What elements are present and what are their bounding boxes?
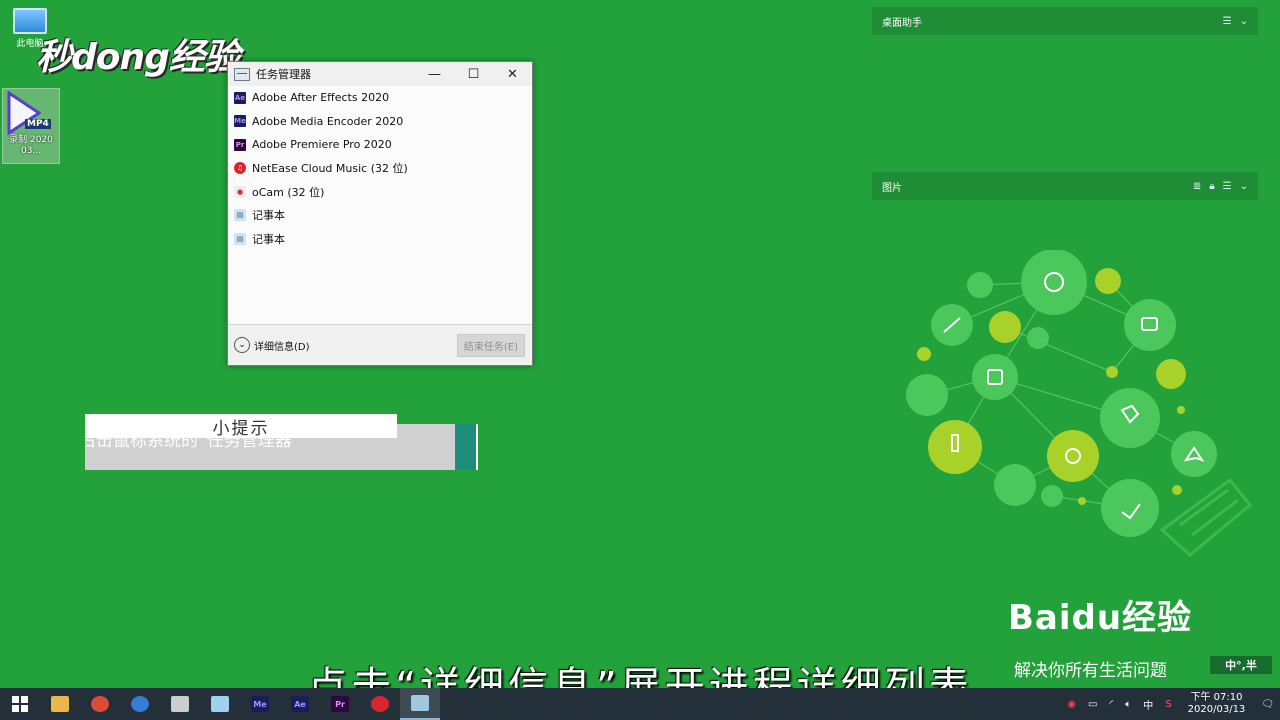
list-item[interactable]: Me Adobe Media Encoder 2020 xyxy=(228,110,532,134)
task-manager-footer: ⌄ 详细信息(D) 结束任务(E) xyxy=(228,325,532,365)
sogou-ime-icon[interactable]: S xyxy=(1165,699,1171,710)
taskbar: Me Ae Pr ◉ ▭ ◜ 🔈︎ 中 S 下午 07:10 2020/03/1… xyxy=(0,688,1280,720)
record-icon[interactable]: ◉ xyxy=(1067,699,1076,710)
tip-heading: 小提示 xyxy=(85,414,397,439)
window-title: 任务管理器 xyxy=(256,68,311,81)
notepad-icon xyxy=(211,696,229,712)
images-panel: 图片 ≣ 🔒︎ ☰ ⌄ xyxy=(872,172,1258,200)
title-bar: 任务管理器 — ☐ ✕ xyxy=(228,62,532,86)
volume-icon[interactable]: 🔈︎ xyxy=(1125,699,1131,710)
minimize-button[interactable]: — xyxy=(415,62,454,86)
list-item[interactable]: Ae Adobe After Effects 2020 xyxy=(228,86,532,110)
lightbulb-network-illustration xyxy=(906,250,1253,557)
after-effects-icon: Ae xyxy=(234,91,246,104)
taskbar-netease-music[interactable] xyxy=(360,688,400,720)
menu-icon[interactable]: ☰ xyxy=(1223,181,1232,192)
mp4-file-name: 录制 2020 03... xyxy=(9,135,53,156)
premiere-icon: Pr xyxy=(331,696,349,712)
list-item[interactable]: Pr Adobe Premiere Pro 2020 xyxy=(228,133,532,157)
mp4-badge: MP4 xyxy=(25,119,51,129)
list-item[interactable]: ▤ 记事本 xyxy=(228,227,532,251)
ocam-icon: ● xyxy=(234,185,246,198)
process-name: Adobe Premiere Pro 2020 xyxy=(252,138,392,152)
process-list: Ae Adobe After Effects 2020 Me Adobe Med… xyxy=(228,86,532,324)
notification-icon[interactable]: 🗨︎ xyxy=(1261,699,1274,710)
list-icon[interactable]: ≣ xyxy=(1193,181,1201,192)
chevron-down-icon[interactable]: ⌄ xyxy=(1240,16,1248,27)
baidu-jingyan-logo: Baidu经验 xyxy=(1008,598,1193,638)
mp4-file-icon[interactable]: MP4 录制 2020 03... xyxy=(2,88,60,164)
watermark-logo: 秒dong经验 xyxy=(36,37,240,78)
taskbar-media-encoder[interactable]: Me xyxy=(240,688,280,720)
process-name: 记事本 xyxy=(252,209,285,223)
media-encoder-icon: Me xyxy=(251,696,269,712)
maximize-button[interactable]: ☐ xyxy=(454,62,493,86)
taskbar-after-effects[interactable]: Ae xyxy=(280,688,320,720)
task-manager-window: 任务管理器 — ☐ ✕ Ae Adobe After Effects 2020 … xyxy=(227,61,533,366)
task-manager-icon xyxy=(411,695,429,711)
battery-icon[interactable]: ▭ xyxy=(1088,699,1097,710)
panel-title: 图片 xyxy=(882,182,902,194)
folder-icon xyxy=(51,696,69,712)
lock-icon[interactable]: 🔒︎ xyxy=(1209,181,1214,192)
chevron-down-icon: ⌄ xyxy=(234,337,250,353)
process-name: oCam (32 位) xyxy=(252,185,325,199)
premiere-icon: Pr xyxy=(234,138,246,151)
list-item[interactable]: ♫ NetEase Cloud Music (32 位) xyxy=(228,157,532,181)
wifi-icon[interactable]: ◜ xyxy=(1109,699,1113,710)
netease-music-icon: ♫ xyxy=(234,162,246,175)
details-label: 详细信息(D) xyxy=(254,341,310,353)
after-effects-icon: Ae xyxy=(291,696,309,712)
process-name: NetEase Cloud Music (32 位) xyxy=(252,162,408,176)
start-button[interactable] xyxy=(0,688,40,720)
clock[interactable]: 下午 07:10 2020/03/13 xyxy=(1188,692,1246,716)
taskbar-premiere[interactable]: Pr xyxy=(320,688,360,720)
clock-time: 下午 07:10 xyxy=(1190,692,1243,703)
clock-date: 2020/03/13 xyxy=(1187,704,1246,715)
netease-music-icon xyxy=(371,696,389,712)
more-details-button[interactable]: ⌄ 详细信息(D) xyxy=(234,337,310,353)
taskbar-notepad[interactable] xyxy=(200,688,240,720)
panel-title: 桌面助手 xyxy=(882,17,922,29)
list-item[interactable]: ● oCam (32 位) xyxy=(228,180,532,204)
close-button[interactable]: ✕ xyxy=(493,62,532,86)
process-name: 记事本 xyxy=(252,232,285,246)
ocam-icon xyxy=(171,696,189,712)
menu-icon[interactable]: ☰ xyxy=(1223,16,1232,27)
taskbar-ocam[interactable] xyxy=(160,688,200,720)
taskbar-task-manager[interactable] xyxy=(400,688,440,720)
list-item[interactable]: ▤ 记事本 xyxy=(228,204,532,228)
chevron-down-icon[interactable]: ⌄ xyxy=(1240,181,1248,192)
taskbar-chrome-alt[interactable] xyxy=(120,688,160,720)
windows-icon xyxy=(12,696,28,712)
end-task-button[interactable]: 结束任务(E) xyxy=(456,333,525,357)
desktop-helper-panel: 桌面助手 ☰ ⌄ xyxy=(872,7,1258,35)
media-encoder-icon: Me xyxy=(234,115,246,128)
notepad-icon: ▤ xyxy=(234,209,246,222)
system-tray: ◉ ▭ ◜ 🔈︎ 中 S 下午 07:10 2020/03/13 🗨︎ xyxy=(1061,688,1280,720)
process-name: Adobe After Effects 2020 xyxy=(252,91,390,105)
task-manager-icon xyxy=(234,67,250,81)
browser-icon xyxy=(131,696,149,712)
notepad-icon: ▤ xyxy=(234,232,246,245)
input-language[interactable]: 中 xyxy=(1143,697,1153,712)
process-name: Adobe Media Encoder 2020 xyxy=(252,114,404,128)
chrome-icon xyxy=(91,696,109,712)
taskbar-file-explorer[interactable] xyxy=(40,688,80,720)
taskbar-chrome[interactable] xyxy=(80,688,120,720)
tip-accent-tab xyxy=(456,424,478,470)
